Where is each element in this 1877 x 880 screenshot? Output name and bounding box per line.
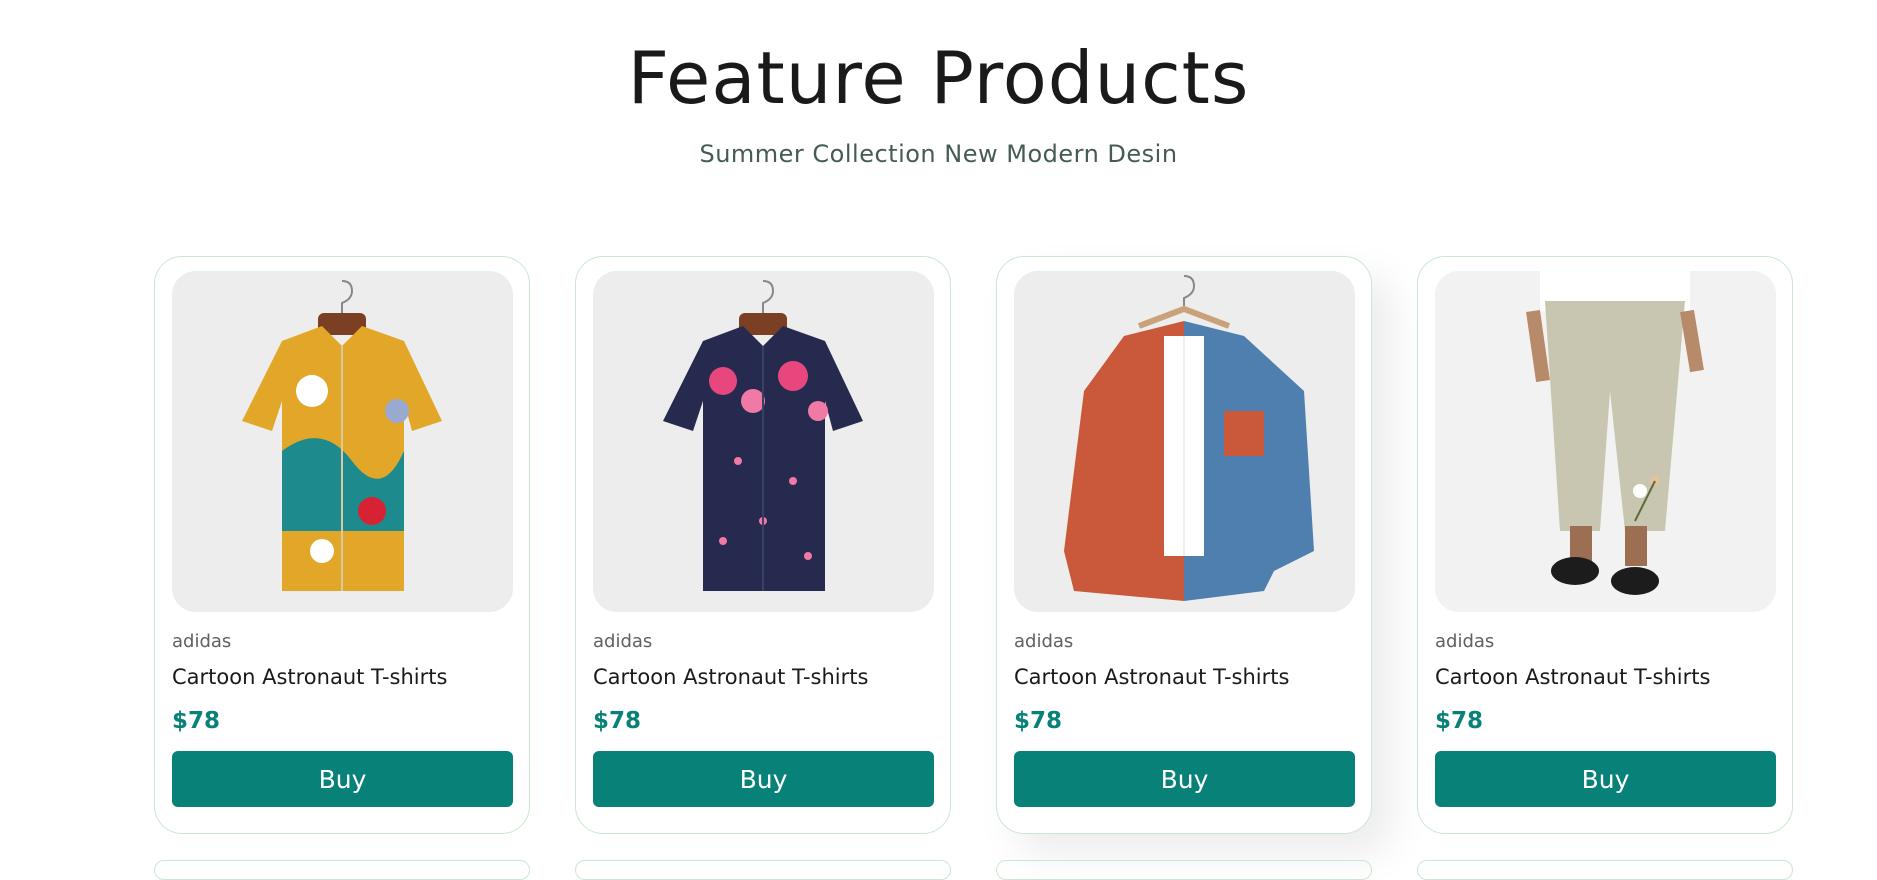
section-title: Feature Products — [627, 36, 1250, 120]
product-name[interactable]: Cartoon Astronaut T-shirts — [1435, 665, 1710, 689]
product-name[interactable]: Cartoon Astronaut T-shirts — [1014, 665, 1289, 689]
product-image[interactable] — [1435, 271, 1776, 612]
linen-pants-image — [1435, 271, 1776, 612]
floral-shirt-yellow-image — [172, 271, 513, 612]
product-price: $78 — [172, 708, 221, 734]
product-card-partial — [575, 860, 951, 880]
section-subtitle: Summer Collection New Modern Desin — [699, 140, 1178, 168]
product-card-partial — [154, 860, 530, 880]
product-card[interactable]: adidas Cartoon Astronaut T-shirts $78 Bu… — [575, 256, 951, 834]
product-card[interactable]: adidas Cartoon Astronaut T-shirts $78 Bu… — [996, 256, 1372, 834]
product-card-partial — [996, 860, 1372, 880]
product-name[interactable]: Cartoon Astronaut T-shirts — [593, 665, 868, 689]
product-card[interactable]: adidas Cartoon Astronaut T-shirts $78 Bu… — [154, 256, 530, 834]
product-card[interactable]: adidas Cartoon Astronaut T-shirts $78 Bu… — [1417, 256, 1793, 834]
product-brand: adidas — [593, 631, 653, 652]
buy-button[interactable]: Buy — [1014, 751, 1355, 807]
product-brand: adidas — [1014, 631, 1074, 652]
product-image[interactable] — [1014, 271, 1355, 612]
product-price: $78 — [1435, 708, 1484, 734]
corduroy-shirt-image — [1014, 271, 1355, 612]
product-brand: adidas — [1435, 631, 1495, 652]
buy-button[interactable]: Buy — [1435, 751, 1776, 807]
buy-button[interactable]: Buy — [593, 751, 934, 807]
product-price: $78 — [1014, 708, 1063, 734]
product-image[interactable] — [593, 271, 934, 612]
buy-button[interactable]: Buy — [172, 751, 513, 807]
product-name[interactable]: Cartoon Astronaut T-shirts — [172, 665, 447, 689]
product-image[interactable] — [172, 271, 513, 612]
floral-shirt-navy-image — [593, 271, 934, 612]
product-card-partial — [1417, 860, 1793, 880]
product-brand: adidas — [172, 631, 232, 652]
product-price: $78 — [593, 708, 642, 734]
